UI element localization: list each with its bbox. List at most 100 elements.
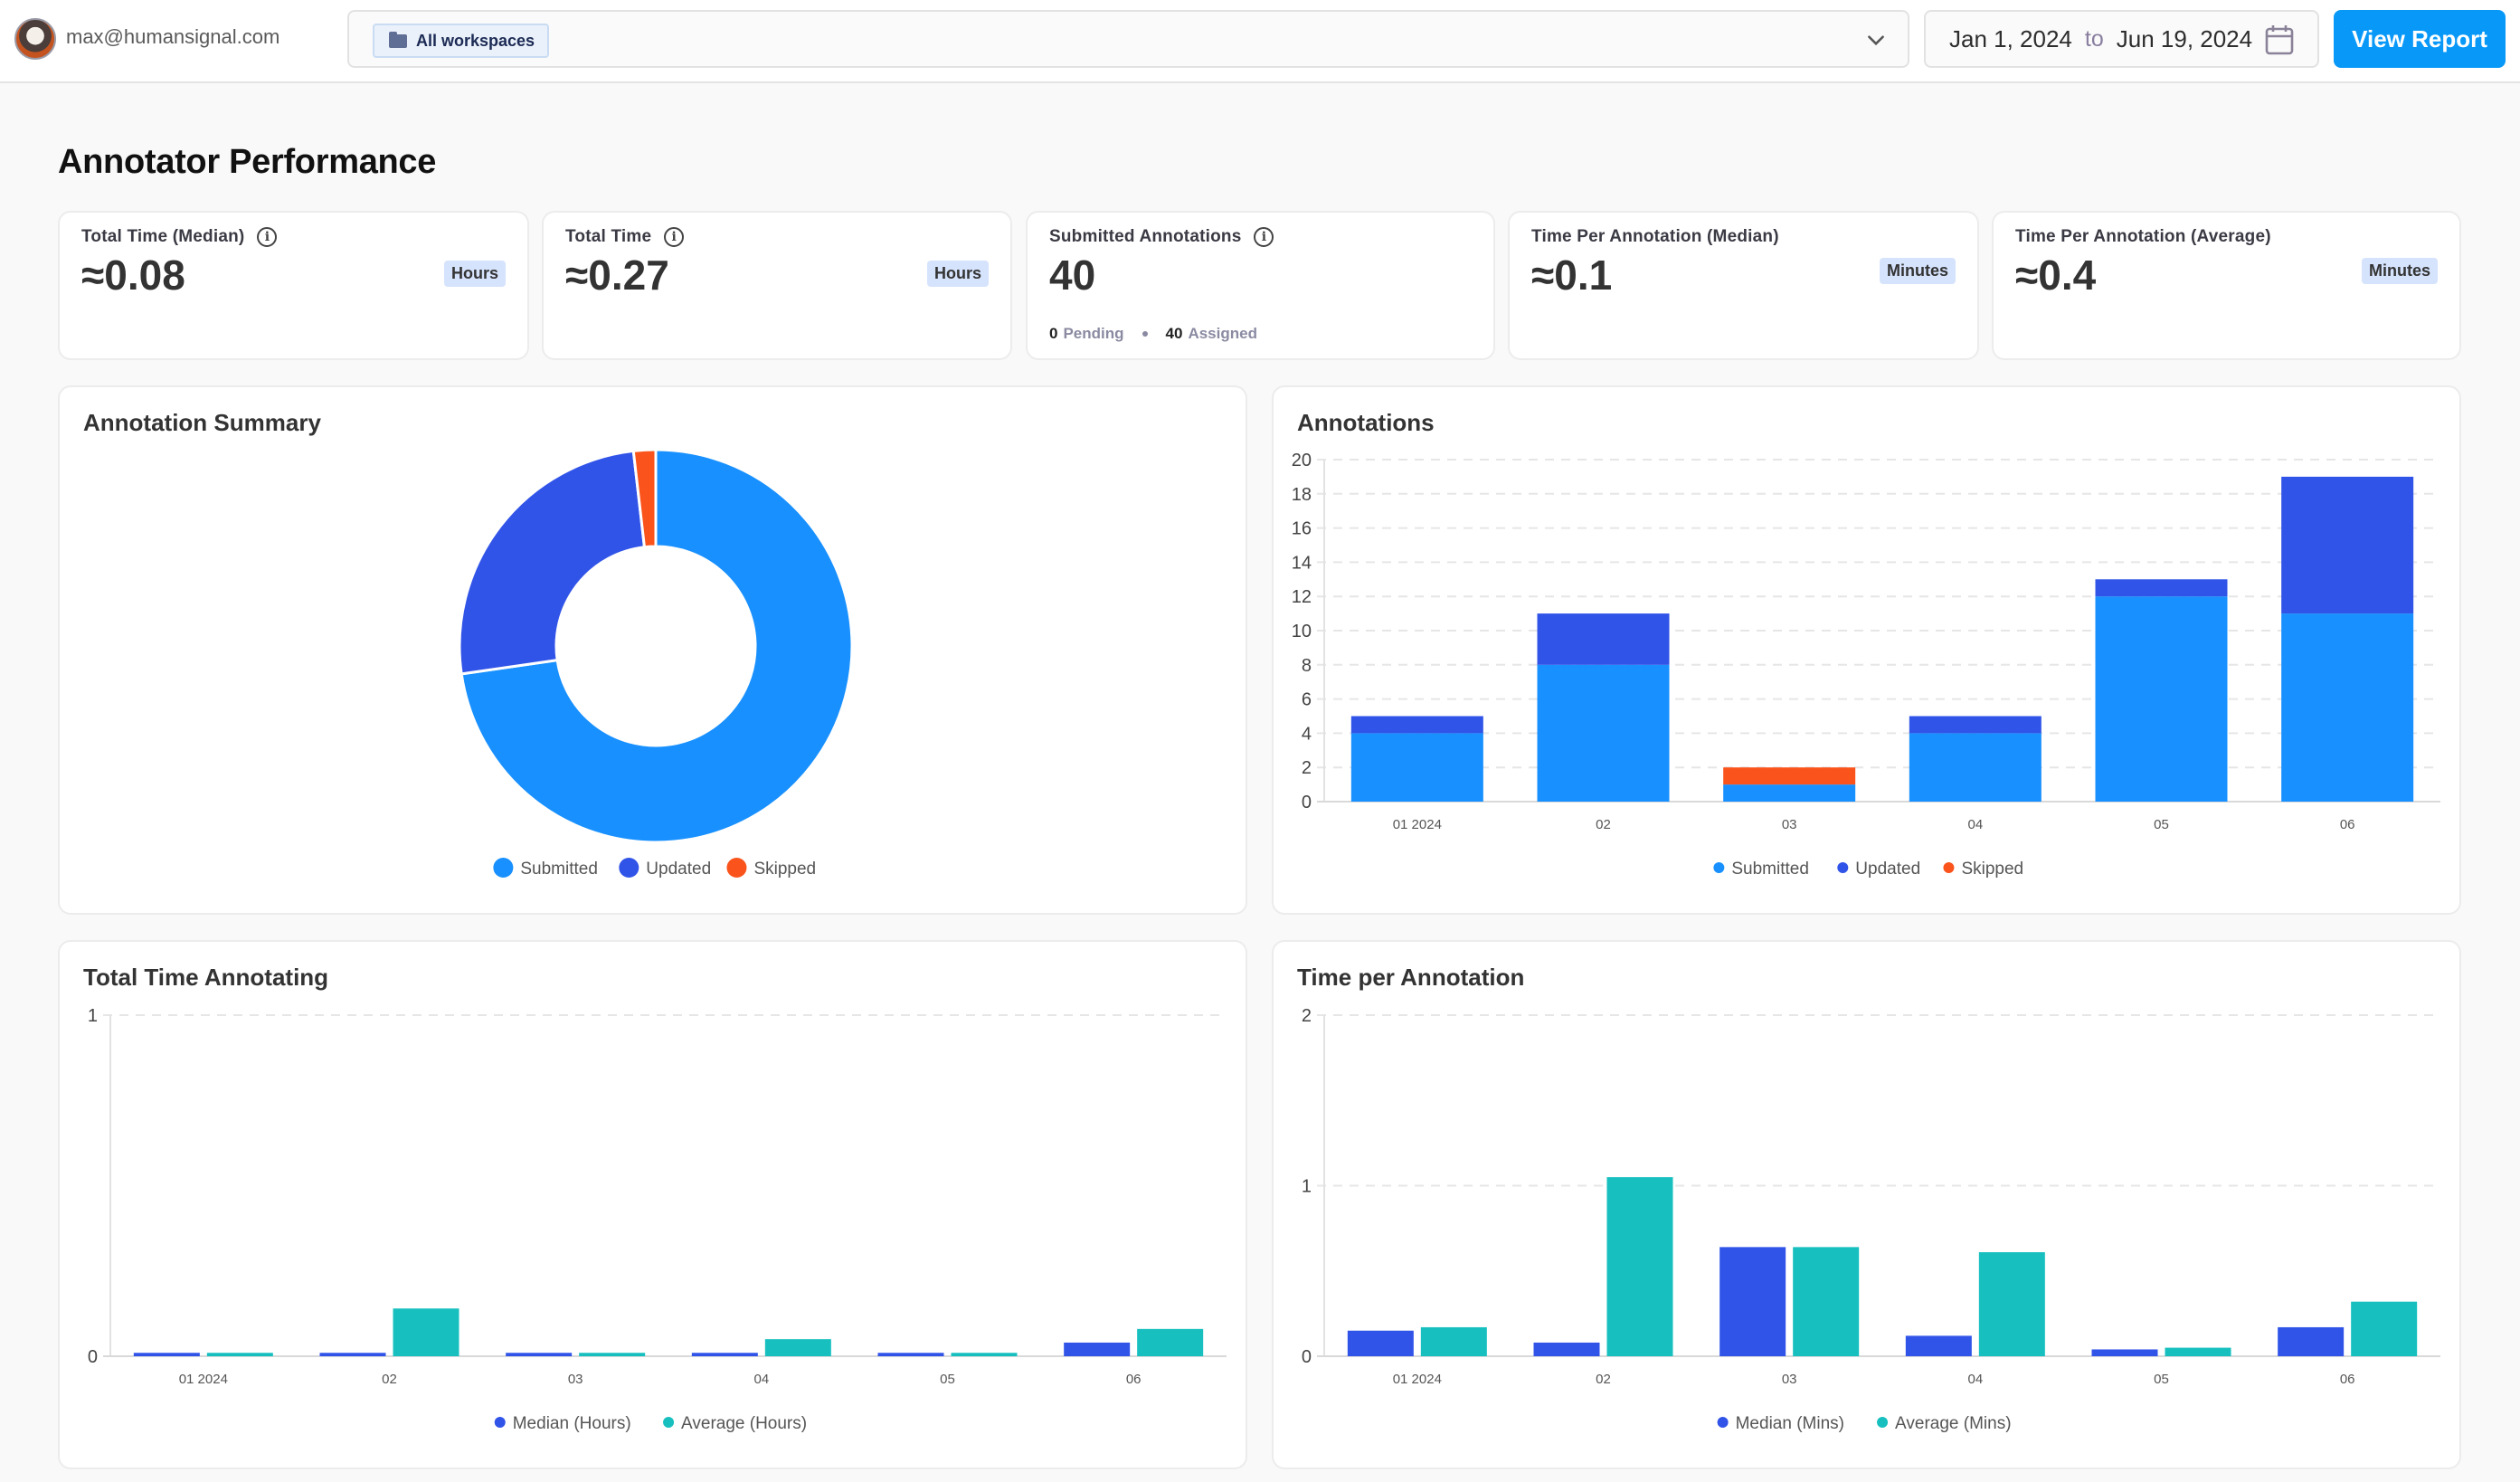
date-range-picker[interactable]: Jan 1, 2024 to Jun 19, 2024 bbox=[1924, 10, 2319, 68]
x-tick-label: 03 bbox=[568, 1372, 583, 1387]
bar-average bbox=[579, 1353, 646, 1356]
date-from[interactable]: Jan 1, 2024 bbox=[1949, 25, 2072, 53]
date-separator: to bbox=[2084, 25, 2104, 52]
annotations-bar-chart: 0246810121416182001 2024 02 03 04 05 06Submit… bbox=[1292, 451, 2440, 879]
legend-item: Updated bbox=[619, 858, 711, 879]
workspace-select[interactable]: All workspaces bbox=[347, 10, 1909, 68]
info-icon[interactable]: i bbox=[257, 227, 278, 247]
time-per-annotation-chart: 0 1 2 01 2024 02 03 04 05 06 Median (Mins) Average… bbox=[1302, 1006, 2440, 1433]
y-tick-label: 6 bbox=[1302, 690, 1312, 710]
y-tick-label: 0 bbox=[1302, 793, 1312, 812]
y-tick-label: 10 bbox=[1292, 622, 1312, 641]
x-tick-label: 02 bbox=[1596, 817, 1611, 832]
y-tick-label: 12 bbox=[1292, 587, 1312, 607]
x-tick-label: 03 bbox=[1782, 817, 1797, 832]
kpi-label: Time Per Annotation (Median) bbox=[1531, 227, 1779, 246]
total-time-annotating-card: Total Time Annotating 0 1 01 2024 02 03 04 05 0… bbox=[58, 940, 1247, 1469]
y-tick-label: 16 bbox=[1292, 519, 1312, 539]
kpi-unit-badge: Minutes bbox=[2361, 258, 2438, 284]
user-email: max@humansignal.com bbox=[66, 25, 280, 48]
x-tick-label: 01 2024 bbox=[1393, 817, 1442, 832]
kpi-sub-stats: 0 Pending 40 Assigned bbox=[1049, 325, 1257, 343]
pending-label: Pending bbox=[1063, 325, 1124, 342]
legend-label: Submitted bbox=[1731, 860, 1809, 879]
y-tick-label: 1 bbox=[1302, 1177, 1312, 1197]
bar-average bbox=[1606, 1177, 1673, 1356]
bar-average bbox=[1793, 1247, 1860, 1356]
bar-median bbox=[1905, 1335, 1972, 1356]
y-tick-label: 14 bbox=[1292, 553, 1312, 573]
bar-median bbox=[1719, 1247, 1786, 1356]
y-tick-label: 0 bbox=[88, 1347, 98, 1367]
annotations-card: Annotations 0 2 4 6 8 10 12 14 16 18 20 01 2024 02 03… bbox=[1272, 385, 2461, 915]
bar-average bbox=[1420, 1326, 1487, 1356]
y-tick-label: 2 bbox=[1302, 1006, 1312, 1026]
annotation-summary-card: Annotation Summary Submitted Updated Skipp… bbox=[58, 385, 1247, 915]
bar-average bbox=[393, 1308, 459, 1356]
x-tick-label: 05 bbox=[940, 1372, 955, 1387]
info-icon[interactable]: i bbox=[1254, 227, 1274, 247]
legend-item: Median (Hours) bbox=[494, 1414, 631, 1433]
x-tick-label: 01 2024 bbox=[179, 1372, 228, 1387]
bar-updated bbox=[2281, 476, 2414, 614]
bar-updated bbox=[2095, 579, 2228, 597]
top-bar: max@humansignal.com All workspaces Jan 1… bbox=[0, 0, 2520, 83]
chevron-down-icon[interactable] bbox=[1864, 28, 1888, 52]
x-tick-label: 05 bbox=[2154, 1372, 2169, 1387]
kpi-unit-badge: Hours bbox=[443, 261, 506, 287]
y-tick-label: 8 bbox=[1302, 656, 1312, 676]
donut-slice-updated bbox=[458, 449, 647, 676]
bar-submitted bbox=[1909, 733, 2042, 802]
assigned-count: 40 bbox=[1165, 325, 1183, 342]
x-tick-label: 04 bbox=[1967, 817, 1983, 832]
bar-average bbox=[206, 1353, 273, 1356]
kpi-label-wrap: Total Time (Median) i bbox=[81, 227, 278, 247]
kpi-label: Submitted Annotations bbox=[1049, 227, 1242, 246]
legend-swatch bbox=[493, 858, 514, 878]
bar-submitted bbox=[2281, 613, 2414, 802]
x-tick-label: 02 bbox=[382, 1372, 397, 1387]
y-tick-label: 18 bbox=[1292, 485, 1312, 505]
x-tick-label: 03 bbox=[1782, 1372, 1797, 1387]
legend-label: Median (Mins) bbox=[1736, 1414, 1844, 1433]
user-avatar[interactable] bbox=[14, 18, 56, 60]
legend-swatch bbox=[494, 1417, 506, 1428]
y-tick-label: 2 bbox=[1302, 758, 1312, 778]
info-icon[interactable]: i bbox=[664, 227, 685, 247]
pending-count: 0 bbox=[1049, 325, 1058, 342]
legend-label: Average (Hours) bbox=[681, 1414, 807, 1433]
legend-item: Median (Mins) bbox=[1717, 1414, 1844, 1433]
bar-updated bbox=[1537, 613, 1670, 665]
kpi-value: ≈0.4 bbox=[2015, 252, 2097, 299]
y-tick-label: 4 bbox=[1302, 724, 1312, 744]
kpi-label: Total Time bbox=[565, 227, 652, 246]
legend-label: Median (Hours) bbox=[513, 1414, 631, 1433]
legend-swatch bbox=[1837, 862, 1849, 873]
workspace-chip[interactable]: All workspaces bbox=[373, 24, 550, 58]
legend-item: Average (Mins) bbox=[1877, 1414, 2012, 1433]
legend-label: Average (Mins) bbox=[1895, 1414, 2011, 1433]
folder-icon bbox=[389, 31, 407, 48]
legend-swatch bbox=[663, 1417, 675, 1428]
legend-label: Skipped bbox=[753, 860, 816, 879]
legend-item: Average (Hours) bbox=[663, 1414, 807, 1433]
bar-submitted bbox=[1723, 784, 1856, 802]
kpi-label-wrap: Time Per Annotation (Median) bbox=[1531, 227, 1779, 247]
date-to[interactable]: Jun 19, 2024 bbox=[2117, 25, 2252, 53]
calendar-icon[interactable] bbox=[2265, 24, 2294, 55]
page-title: Annotator Performance bbox=[58, 143, 437, 181]
bar-submitted bbox=[2095, 596, 2228, 802]
kpi-submitted-annotations: Submitted Annotations i 40 0 Pending 40 … bbox=[1026, 211, 1495, 360]
legend-item: Submitted bbox=[493, 858, 598, 879]
bar-median bbox=[691, 1353, 758, 1356]
kpi-unit-badge: Hours bbox=[926, 261, 989, 287]
x-tick-label: 05 bbox=[2154, 817, 2169, 832]
separator-dot bbox=[1142, 331, 1148, 337]
view-report-button[interactable]: View Report bbox=[2334, 10, 2506, 68]
legend-swatch bbox=[1877, 1417, 1889, 1428]
legend-item: Skipped bbox=[1943, 860, 2023, 879]
kpi-total-time-median: Total Time (Median) i ≈0.08 Hours bbox=[58, 211, 529, 360]
kpi-time-per-annotation-average: Time Per Annotation (Average) ≈0.4 Minut… bbox=[1992, 211, 2461, 360]
x-tick-label: 04 bbox=[1967, 1372, 1983, 1387]
kpi-label-wrap: Submitted Annotations i bbox=[1049, 227, 1274, 247]
